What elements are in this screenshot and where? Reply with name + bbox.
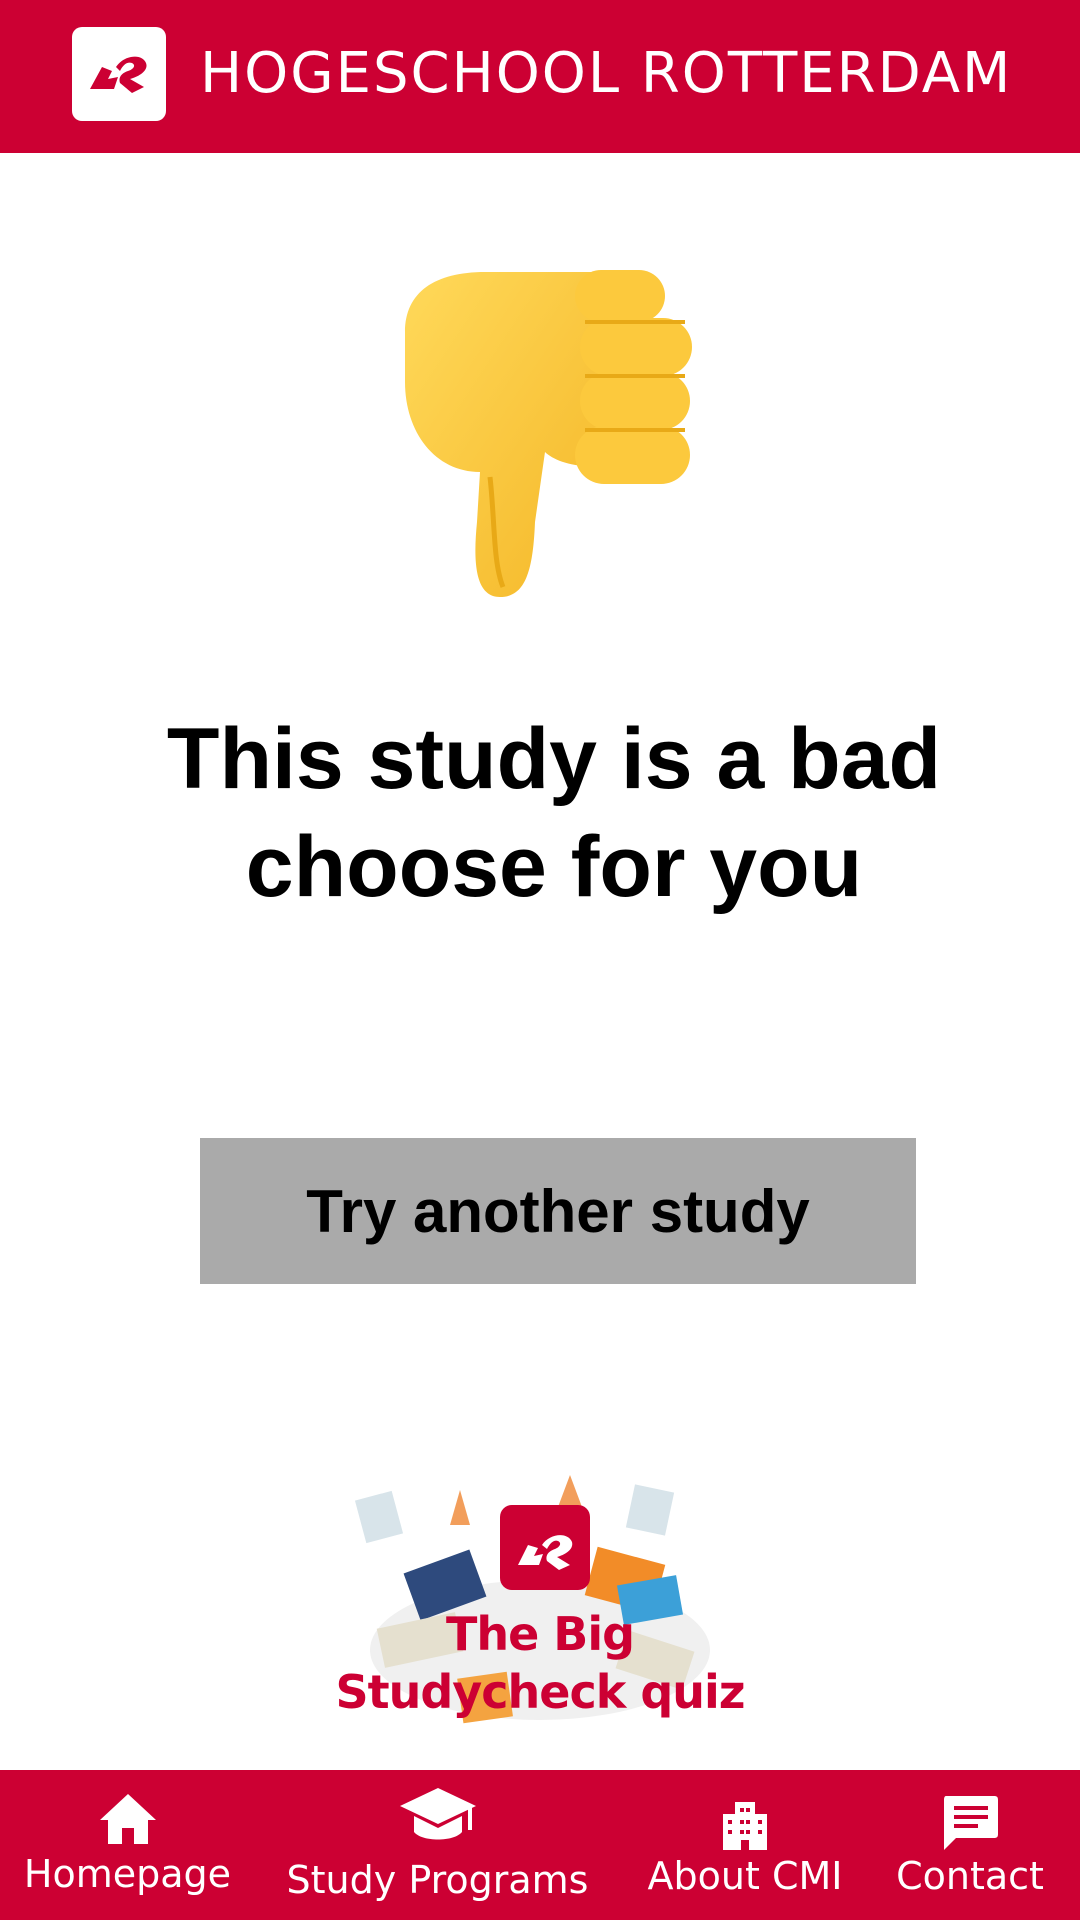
hr-logo-icon [72, 27, 166, 121]
graduation-cap-icon [399, 1788, 476, 1840]
nav-item-study-programs[interactable]: Study Programs [280, 1770, 595, 1920]
building-icon [723, 1802, 767, 1850]
result-message: This study is a bad choose for you [166, 711, 942, 915]
bottom-nav: Homepage Study Programs About CMI Contac… [0, 1770, 1080, 1920]
nav-item-contact[interactable]: Contact [880, 1770, 1060, 1920]
nav-label-contact: Contact [896, 1854, 1044, 1898]
brand-name: HOGESCHOOL ROTTERDAM [200, 41, 1013, 106]
home-icon [99, 1794, 156, 1844]
chat-icon [944, 1796, 998, 1850]
nav-item-homepage[interactable]: Homepage [0, 1770, 255, 1920]
nav-label-homepage: Homepage [23, 1852, 232, 1896]
app-header: HOGESCHOOL ROTTERDAM [0, 0, 1080, 153]
nav-item-about-cmi[interactable]: About CMI [630, 1770, 860, 1920]
nav-label-about-cmi: About CMI [647, 1854, 843, 1898]
nav-label-study-programs: Study Programs [286, 1858, 589, 1902]
try-another-study-button[interactable]: Try another study [200, 1138, 916, 1284]
quiz-logo: The Big Studycheck quiz [300, 1470, 780, 1740]
result-screen: HOGESCHOOL ROTTERDAM This study is a bad… [0, 0, 1080, 1920]
thumbs-down-icon [395, 262, 715, 602]
quiz-title: The Big Studycheck quiz [335, 1607, 745, 1719]
